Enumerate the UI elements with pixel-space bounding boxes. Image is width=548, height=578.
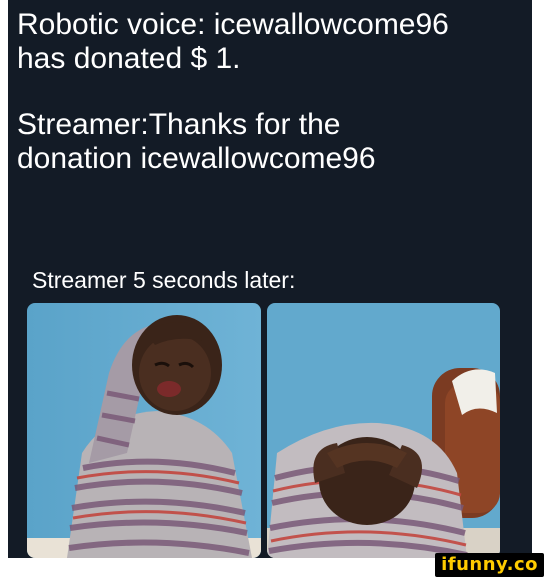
streamer-later-caption: Streamer 5 seconds later: bbox=[32, 266, 295, 294]
crying-boy-photo bbox=[27, 303, 261, 558]
caption-line-robotic: Robotic voice: icewallowcome96 bbox=[17, 8, 449, 41]
caption-line-donation: donation icewallowcome96 bbox=[17, 142, 376, 175]
caption-line-donated: has donated $ 1. bbox=[17, 42, 241, 75]
head-down-boy-photo bbox=[267, 303, 500, 558]
robotic-voice-caption: Robotic voice: icewallowcome96 has donat… bbox=[17, 8, 449, 76]
ifunny-watermark[interactable]: ifunny.co bbox=[435, 553, 544, 577]
caption-line-later: Streamer 5 seconds later: bbox=[32, 267, 296, 293]
caption-line-thanks: Streamer:Thanks for the bbox=[17, 108, 341, 141]
streamer-thanks-caption: Streamer:Thanks for the donation icewall… bbox=[17, 108, 376, 176]
meme-page: Robotic voice: icewallowcome96 has donat… bbox=[0, 0, 548, 578]
